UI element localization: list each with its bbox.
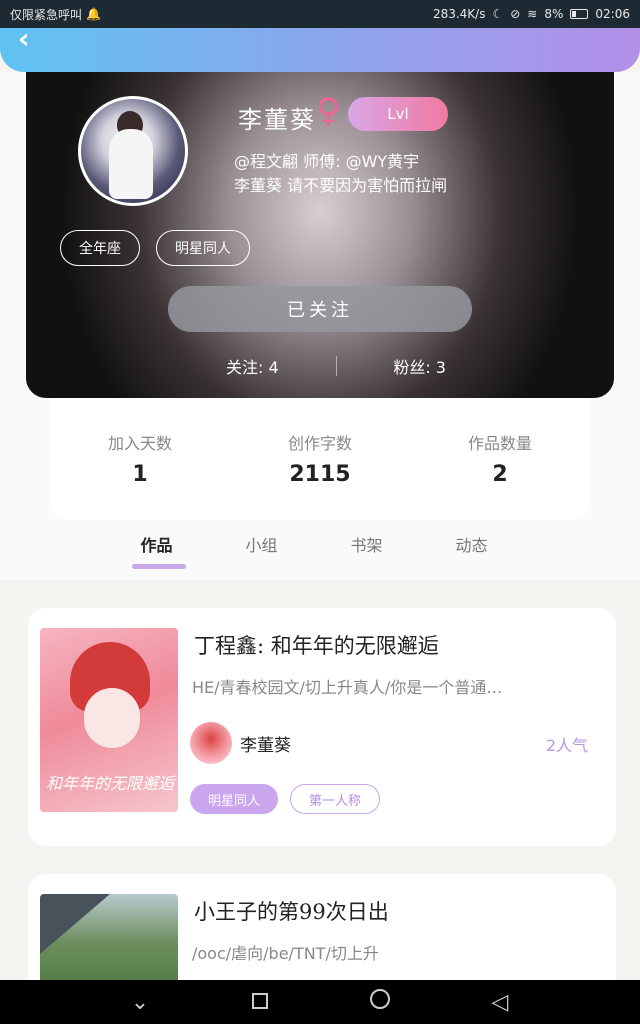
wifi-icon: ≋ [527, 7, 538, 21]
work-title[interactable]: 小王子的第99次日出 [194, 896, 389, 926]
circle-icon [370, 989, 390, 1009]
profile-card: 李董葵 ♀ Lvl @程文翩 师傅: @WY黄宇 李董葵 请不要因为害怕而拉闸 … [26, 60, 614, 398]
followers-count[interactable]: 粉丝: 3 [393, 354, 446, 378]
stat-value: 2 [492, 462, 508, 487]
level-badge: Lvl [348, 97, 448, 131]
stat-label: 作品数量 [467, 434, 532, 453]
author-name: 李董葵 [240, 735, 291, 756]
tab-bookshelf[interactable]: 书架 [314, 524, 419, 580]
stat-days: 加入天数 1 [70, 430, 210, 520]
divider [335, 356, 337, 376]
stat-label: 创作字数 [287, 434, 352, 453]
home-button[interactable] [360, 989, 400, 1015]
profile-tag[interactable]: 全年座 [60, 230, 140, 266]
popularity-count: 2人气 [545, 736, 588, 755]
follow-stats: 关注: 4 粉丝: 3 [226, 354, 446, 378]
stat-value: 2115 [289, 462, 351, 487]
stat-label: 加入天数 [107, 434, 172, 453]
stat-works: 作品数量 2 [430, 430, 570, 520]
female-icon: ♀ [316, 91, 341, 131]
work-card[interactable]: 和年年的无限邂逅 丁程鑫: 和年年的无限邂逅 HE/青春校园文/切上升真人/你是… [28, 608, 616, 846]
follow-button[interactable]: 已关注 [168, 286, 472, 332]
author-avatar[interactable] [190, 722, 232, 764]
network-speed: 283.4K/s [432, 7, 486, 21]
mute-icon: ⊘ [510, 7, 521, 21]
profile-bio: @程文翩 师傅: @WY黄宇 李董葵 请不要因为害怕而拉闸 [234, 150, 447, 198]
top-header: ‹ [0, 25, 640, 72]
collapse-icon[interactable]: ⌄ [120, 990, 160, 1015]
author-row[interactable]: 李董葵 [190, 722, 291, 764]
stats-card: 加入天数 1 创作字数 2115 作品数量 2 [50, 398, 590, 520]
bio-line-1: @程文翩 师傅: @WY黄宇 [234, 152, 420, 171]
profile-tag[interactable]: 明星同人 [156, 230, 250, 266]
stat-words: 创作字数 2115 [250, 430, 390, 520]
back-arrow-icon[interactable]: ‹ [18, 25, 46, 56]
recents-button[interactable] [240, 990, 280, 1015]
profile-name: 李董葵 [238, 106, 316, 134]
bio-line-2: 李董葵 请不要因为害怕而拉闸 [234, 176, 448, 195]
work-tags: 明星同人 第一人称 [190, 784, 381, 814]
stat-value: 1 [132, 462, 148, 487]
battery-percent: 8% [544, 7, 564, 21]
cover-text: 和年年的无限邂逅 [46, 774, 175, 793]
work-tag[interactable]: 明星同人 [190, 784, 279, 814]
tab-activity[interactable]: 动态 [419, 524, 524, 580]
moon-icon: ☾ [492, 7, 504, 21]
profile-tags: 全年座 明星同人 [60, 230, 250, 266]
carrier-text: 仅限紧急呼叫 [10, 7, 83, 22]
status-bar: 仅限紧急呼叫 🔔 283.4K/s ☾ ⊘ ≋ 8% 02:06 [0, 0, 640, 28]
work-description: /ooc/虐向/be/TNT/切上升 [192, 944, 379, 963]
work-description: HE/青春校园文/切上升真人/你是一个普通… [192, 678, 503, 697]
work-tag[interactable]: 第一人称 [290, 784, 381, 814]
back-button[interactable]: ◁ [480, 990, 520, 1015]
avatar[interactable] [78, 96, 188, 206]
tab-bar: 作品 小组 书架 动态 [104, 524, 524, 580]
system-nav-bar: ⌄ ◁ [0, 980, 640, 1024]
square-icon [252, 992, 268, 1009]
clock: 02:06 [595, 7, 630, 21]
tab-groups[interactable]: 小组 [209, 524, 314, 580]
following-count[interactable]: 关注: 4 [226, 354, 279, 378]
work-title[interactable]: 丁程鑫: 和年年的无限邂逅 [194, 630, 439, 660]
work-cover[interactable]: 和年年的无限邂逅 [40, 628, 178, 812]
battery-icon [570, 9, 589, 19]
tab-works[interactable]: 作品 [104, 524, 209, 580]
notification-icon: 🔔 [86, 7, 101, 21]
